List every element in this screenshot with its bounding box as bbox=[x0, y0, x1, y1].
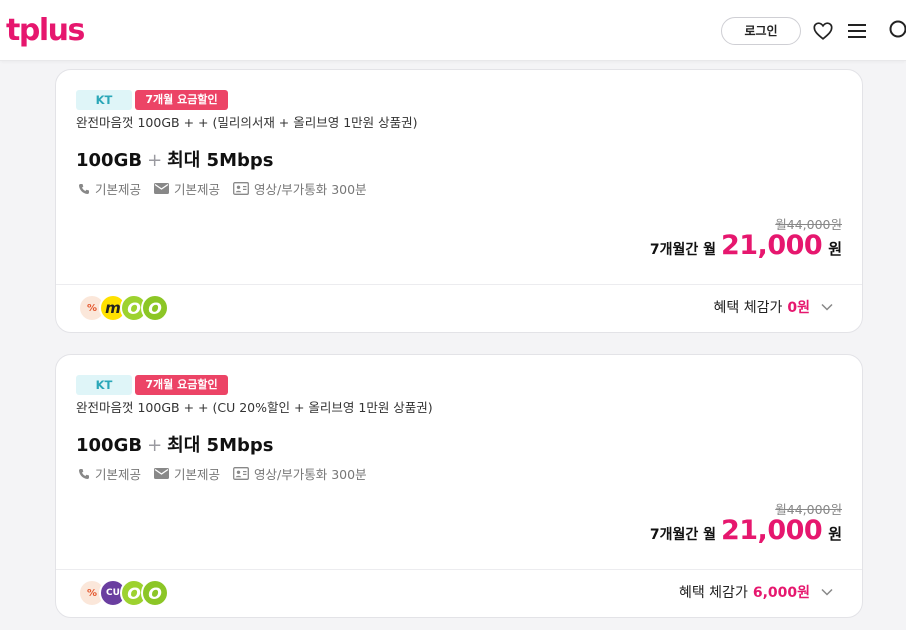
benefit-price-toggle[interactable]: 혜택 체감가 6,000원 bbox=[679, 582, 834, 602]
carrier-badge: KT bbox=[76, 375, 132, 395]
mail-icon bbox=[154, 183, 170, 194]
benefit-value: 6,000원 bbox=[752, 585, 810, 601]
plan-description: 완전마음껏 100GB + + (CU 20%할인 + 올리브영 1만원 상품권… bbox=[76, 400, 433, 415]
feature-label: 기본제공 bbox=[95, 182, 142, 197]
divider bbox=[56, 284, 862, 285]
plan-spec: 100GB + 최대 5Mbps bbox=[76, 431, 273, 457]
chevron-down-icon[interactable] bbox=[820, 300, 834, 314]
discounted-price: 7개월간 월 21,000 원 bbox=[650, 515, 842, 546]
feature-label: 기본제공 bbox=[174, 182, 221, 197]
contact-card-icon bbox=[233, 467, 249, 480]
price-amount: 21,000 bbox=[720, 230, 823, 261]
plan-card[interactable]: KT 7개월 요금할인 완전마음껏 100GB + + (CU 20%할인 + … bbox=[55, 354, 863, 618]
feature-list: 기본제공 기본제공 영상/부가통화 300분 bbox=[78, 179, 380, 198]
price-unit: 원 bbox=[828, 525, 842, 543]
menu-icon[interactable] bbox=[847, 21, 867, 41]
feature-video-call: 영상/부가통화 300분 bbox=[233, 179, 367, 198]
plan-spec: 100GB + 최대 5Mbps bbox=[76, 146, 273, 172]
benefit-label: 혜택 체감가 bbox=[713, 300, 783, 316]
contact-card-icon bbox=[233, 182, 249, 195]
chevron-down-icon[interactable] bbox=[820, 585, 834, 599]
discount-badge: 7개월 요금할인 bbox=[135, 90, 228, 110]
feature-sms: 기본제공 bbox=[154, 179, 220, 198]
divider bbox=[56, 569, 862, 570]
o-icon: O bbox=[141, 294, 169, 322]
heart-icon[interactable] bbox=[812, 20, 834, 42]
feature-label: 기본제공 bbox=[174, 467, 221, 482]
price-period-label: 7개월간 월 bbox=[649, 527, 716, 543]
benefit-label: 혜택 체감가 bbox=[678, 585, 748, 601]
speed-limit: 최대 5Mbps bbox=[167, 435, 274, 456]
price-amount: 21,000 bbox=[720, 515, 823, 546]
badge-group: KT 7개월 요금할인 bbox=[76, 90, 228, 110]
o-icon: O bbox=[141, 579, 169, 607]
feature-list: 기본제공 기본제공 영상/부가통화 300분 bbox=[78, 464, 380, 483]
mail-icon bbox=[154, 468, 170, 479]
data-amount: 100GB bbox=[76, 435, 143, 456]
phone-icon bbox=[79, 468, 89, 479]
data-amount: 100GB bbox=[76, 150, 143, 171]
feature-label: 영상/부가통화 300분 bbox=[254, 182, 367, 197]
discount-badge: 7개월 요금할인 bbox=[135, 375, 228, 395]
carrier-badge: KT bbox=[76, 90, 132, 110]
benefit-value: 0원 bbox=[787, 300, 810, 316]
plus-sign: + bbox=[147, 150, 163, 171]
price-unit: 원 bbox=[828, 240, 842, 258]
plus-sign: + bbox=[147, 435, 163, 456]
feature-sms: 기본제공 bbox=[154, 464, 220, 483]
feature-call: 기본제공 bbox=[78, 179, 141, 198]
top-bar: tplus 로그인 bbox=[0, 0, 906, 61]
benefit-icon-group: % m O O bbox=[78, 294, 178, 322]
search-icon[interactable] bbox=[888, 19, 906, 41]
benefit-icon-group: % CU O O bbox=[78, 579, 178, 607]
plan-card[interactable]: KT 7개월 요금할인 완전마음껏 100GB + + (밀리의서재 + 올리브… bbox=[55, 69, 863, 333]
phone-icon bbox=[79, 183, 89, 194]
benefit-price-toggle[interactable]: 혜택 체감가 0원 bbox=[714, 297, 834, 317]
feature-label: 기본제공 bbox=[95, 467, 142, 482]
plan-description: 완전마음껏 100GB + + (밀리의서재 + 올리브영 1만원 상품권) bbox=[76, 115, 418, 130]
tplus-logo[interactable]: tplus bbox=[6, 14, 85, 48]
badge-group: KT 7개월 요금할인 bbox=[76, 375, 228, 395]
feature-video-call: 영상/부가통화 300분 bbox=[233, 464, 367, 483]
feature-call: 기본제공 bbox=[78, 464, 141, 483]
feature-label: 영상/부가통화 300분 bbox=[254, 467, 367, 482]
discounted-price: 7개월간 월 21,000 원 bbox=[650, 230, 842, 261]
price-period-label: 7개월간 월 bbox=[649, 242, 716, 258]
speed-limit: 최대 5Mbps bbox=[167, 150, 274, 171]
login-button[interactable]: 로그인 bbox=[721, 17, 801, 45]
